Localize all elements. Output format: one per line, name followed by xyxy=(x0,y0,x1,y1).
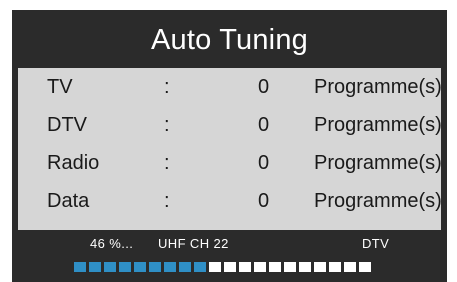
result-label: Radio xyxy=(47,152,100,174)
result-label: TV xyxy=(47,76,73,98)
progress-segment-filled xyxy=(134,262,146,272)
result-count: 0 xyxy=(258,76,270,98)
result-count: 0 xyxy=(258,190,270,212)
result-separator: : xyxy=(164,190,170,212)
progress-segment-empty xyxy=(359,262,371,272)
result-count: 0 xyxy=(258,114,270,136)
result-row-data: Data : 0 Programme(s) xyxy=(18,182,442,220)
result-row-radio: Radio : 0 Programme(s) xyxy=(18,144,442,182)
progress-segment-empty xyxy=(239,262,251,272)
progress-segment-empty xyxy=(314,262,326,272)
scan-channel: UHF CH 22 xyxy=(158,236,229,251)
progress-segment-filled xyxy=(104,262,116,272)
result-label: Data xyxy=(47,190,90,212)
result-row-dtv: DTV : 0 Programme(s) xyxy=(18,106,442,144)
scan-progress-bar xyxy=(74,262,371,272)
result-unit: Programme(s) xyxy=(314,76,442,98)
progress-segment-empty xyxy=(269,262,281,272)
progress-segment-empty xyxy=(254,262,266,272)
progress-segment-filled xyxy=(89,262,101,272)
result-unit: Programme(s) xyxy=(314,190,442,212)
result-count: 0 xyxy=(258,152,270,174)
result-separator: : xyxy=(164,76,170,98)
auto-tuning-dialog: Auto Tuning TV : 0 Programme(s) DTV : 0 … xyxy=(12,10,447,282)
progress-segment-empty xyxy=(329,262,341,272)
dialog-title: Auto Tuning xyxy=(151,24,308,56)
progress-segment-empty xyxy=(284,262,296,272)
progress-segment-filled xyxy=(119,262,131,272)
progress-segment-empty xyxy=(299,262,311,272)
progress-segment-filled xyxy=(164,262,176,272)
result-separator: : xyxy=(164,152,170,174)
progress-segment-filled xyxy=(194,262,206,272)
scan-percent: 46 %... xyxy=(90,236,134,251)
result-unit: Programme(s) xyxy=(314,114,442,136)
progress-segment-empty xyxy=(344,262,356,272)
result-label: DTV xyxy=(47,114,87,136)
progress-segment-empty xyxy=(209,262,221,272)
progress-segment-filled xyxy=(179,262,191,272)
result-unit: Programme(s) xyxy=(314,152,442,174)
results-panel: TV : 0 Programme(s) DTV : 0 Programme(s)… xyxy=(18,68,442,230)
progress-segment-filled xyxy=(74,262,86,272)
progress-segment-empty xyxy=(224,262,236,272)
scan-status-bar: 46 %... UHF CH 22 DTV xyxy=(12,232,447,256)
scan-signal-type: DTV xyxy=(362,236,390,251)
progress-segment-filled xyxy=(149,262,161,272)
result-row-tv: TV : 0 Programme(s) xyxy=(18,68,442,106)
result-separator: : xyxy=(164,114,170,136)
